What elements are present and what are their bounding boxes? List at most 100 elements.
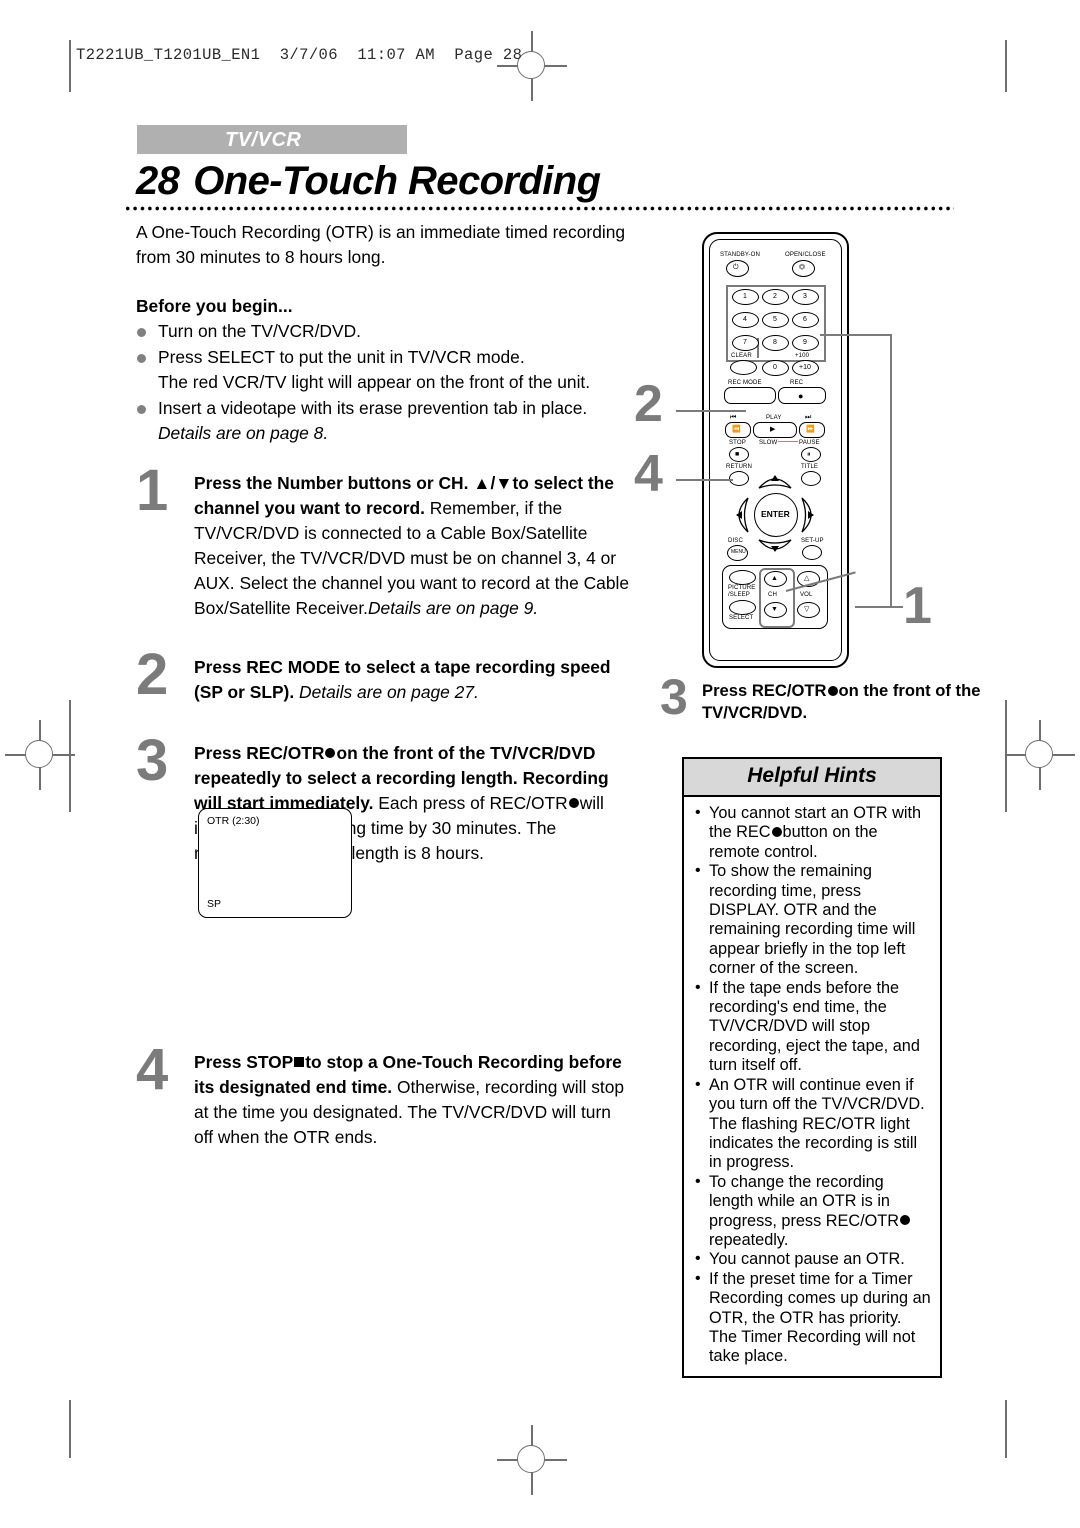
setup-button[interactable]	[802, 545, 822, 560]
remote-control-illustration: STANDBY-ON ⏻ OPEN/CLOSE ⏣ 1 2 3 4 5 6 7 …	[702, 232, 849, 668]
record-dot-icon: ●	[798, 391, 804, 401]
step-bold-text: Press STOP	[194, 1051, 294, 1072]
hint-text: An OTR will continue even if you turn of…	[709, 1075, 925, 1172]
rec-mode-button[interactable]	[724, 387, 776, 404]
bullet-icon: •	[695, 1172, 701, 1190]
slow-label: SLOW	[759, 439, 778, 446]
hint-item: • An OTR will continue even if you turn o…	[692, 1076, 932, 1173]
pause-icon: ⏸	[807, 451, 811, 458]
key-3-button[interactable]: 3	[792, 289, 819, 305]
pause-button[interactable]: ⏸	[801, 447, 821, 462]
hint-item: • You cannot start an OTR with the REC but…	[692, 804, 932, 862]
key-6-label: 6	[803, 316, 807, 323]
key-4-label: 4	[743, 316, 747, 323]
list-item-sub: The red VCR/TV light will appear on the …	[158, 372, 591, 392]
skip-forward-icon: ⏭	[805, 414, 812, 421]
volume-down-button[interactable]: ▽	[797, 602, 820, 618]
clear-button[interactable]	[730, 360, 757, 375]
bullet-icon: •	[695, 1075, 701, 1093]
step-body-text: Each press of REC/OTR	[378, 792, 568, 813]
page-title-text: One-Touch Recording	[193, 159, 601, 203]
step-1: 1 Press the Number buttons or CH. ▲/▼to …	[136, 461, 634, 621]
key-5-label: 5	[773, 316, 777, 323]
open-close-button[interactable]: ⏣	[792, 260, 815, 277]
nav-left-button[interactable]	[728, 496, 750, 534]
callout-1-leader-bottom	[855, 606, 903, 609]
select-button[interactable]	[729, 600, 756, 615]
stop-label: STOP	[729, 439, 746, 446]
stop-square-icon: ■	[735, 451, 740, 458]
callout-1-leader-top	[820, 334, 892, 337]
key-8-button[interactable]: 8	[762, 335, 789, 351]
title-button[interactable]	[801, 471, 821, 486]
page-title: 28 One-Touch Recording	[136, 159, 601, 204]
fast-forward-button[interactable]: ⏩	[799, 422, 825, 438]
step-text: Press the Number buttons or CH. ▲/▼to se…	[194, 471, 634, 621]
key-1-label: 1	[743, 293, 747, 300]
rec-label: REC	[790, 379, 804, 386]
vol-label: VOL	[800, 591, 813, 598]
key-6-button[interactable]: 6	[792, 312, 819, 328]
key-9-button[interactable]: 9	[792, 335, 819, 351]
plus-10-button[interactable]: +10	[792, 360, 819, 376]
key-2-button[interactable]: 2	[762, 289, 789, 305]
stop-button[interactable]: ■	[729, 447, 749, 462]
volume-down-icon: ▽	[804, 606, 810, 613]
step-text: Press REC/OTR on the front of the TV/VCR/…	[702, 680, 1002, 724]
play-icon: ▶	[770, 426, 776, 433]
list-item-label: Turn on the TV/VCR/DVD.	[158, 321, 361, 341]
rec-button[interactable]: ●	[778, 387, 826, 404]
key-7-button[interactable]: 7	[732, 335, 759, 351]
step-text: Press REC MODE to select a tape recordin…	[194, 655, 634, 705]
bullet-icon: •	[695, 978, 701, 996]
nav-down-button[interactable]	[757, 538, 793, 558]
step-bold-text: Press REC/OTR	[194, 742, 325, 763]
channel-down-button[interactable]: ▼	[764, 602, 787, 618]
key-1-button[interactable]: 1	[732, 289, 759, 305]
disc-menu-button[interactable]: MENU	[727, 545, 748, 561]
before-you-begin-list: Turn on the TV/VCR/DVD. Press SELECT to …	[136, 319, 634, 447]
callout-4-leader	[676, 479, 733, 482]
play-label: PLAY	[766, 414, 782, 421]
callout-number-2: 2	[634, 375, 663, 433]
picture-sleep-button[interactable]	[729, 570, 756, 585]
enter-button[interactable]: ENTER	[754, 493, 798, 537]
list-item-sub: Details are on page 8.	[158, 423, 329, 443]
disc-label: DISC	[728, 537, 743, 544]
rewind-button[interactable]: ⏪	[725, 422, 751, 438]
nav-right-button[interactable]	[800, 496, 822, 534]
bullet-icon: •	[695, 862, 701, 880]
plus-100-label: +100	[795, 352, 810, 359]
step-number: 1	[136, 457, 169, 523]
key-5-button[interactable]: 5	[762, 312, 789, 328]
key-2-label: 2	[773, 293, 777, 300]
key-0-button[interactable]: 0	[762, 360, 789, 376]
osd-screen-illustration: OTR (2:30) SP	[198, 808, 352, 918]
nav-up-button[interactable]	[757, 470, 793, 490]
ch-label: CH	[768, 591, 778, 598]
callout-1-bracket-vertical	[890, 334, 893, 608]
key-4-button[interactable]: 4	[732, 312, 759, 328]
channel-down-icon: ▼	[771, 606, 778, 613]
standby-on-button[interactable]: ⏻	[726, 260, 749, 277]
left-column: A One-Touch Recording (OTR) is an immedi…	[136, 220, 634, 1150]
record-dot-icon	[771, 827, 782, 838]
right-step-3: 3 Press REC/OTR on the front of the TV/VC…	[660, 672, 1002, 724]
key-7-label: 7	[743, 339, 747, 346]
enter-label: ENTER	[761, 509, 790, 519]
section-band: TV/VCR	[137, 125, 407, 154]
rewind-icon: ⏪	[732, 426, 741, 433]
step-number: 3	[136, 727, 169, 793]
key-0-label: 0	[773, 364, 777, 371]
hint-text: You cannot pause an OTR.	[709, 1250, 905, 1269]
record-dot-icon	[568, 797, 579, 808]
hint-text: If the preset time for a Timer Recording…	[709, 1269, 931, 1366]
picture-label: PICTURE	[728, 584, 756, 591]
bullet-icon	[137, 328, 146, 337]
play-button[interactable]: ▶	[753, 422, 797, 438]
hint-item: • If the tape ends before the recording's…	[692, 979, 932, 1076]
return-label: RETURN	[726, 463, 752, 470]
clear-label: CLEAR	[731, 352, 752, 359]
channel-up-button[interactable]: ▲	[764, 571, 787, 587]
hint-item: • To show the remaining recording time, p…	[692, 862, 932, 978]
